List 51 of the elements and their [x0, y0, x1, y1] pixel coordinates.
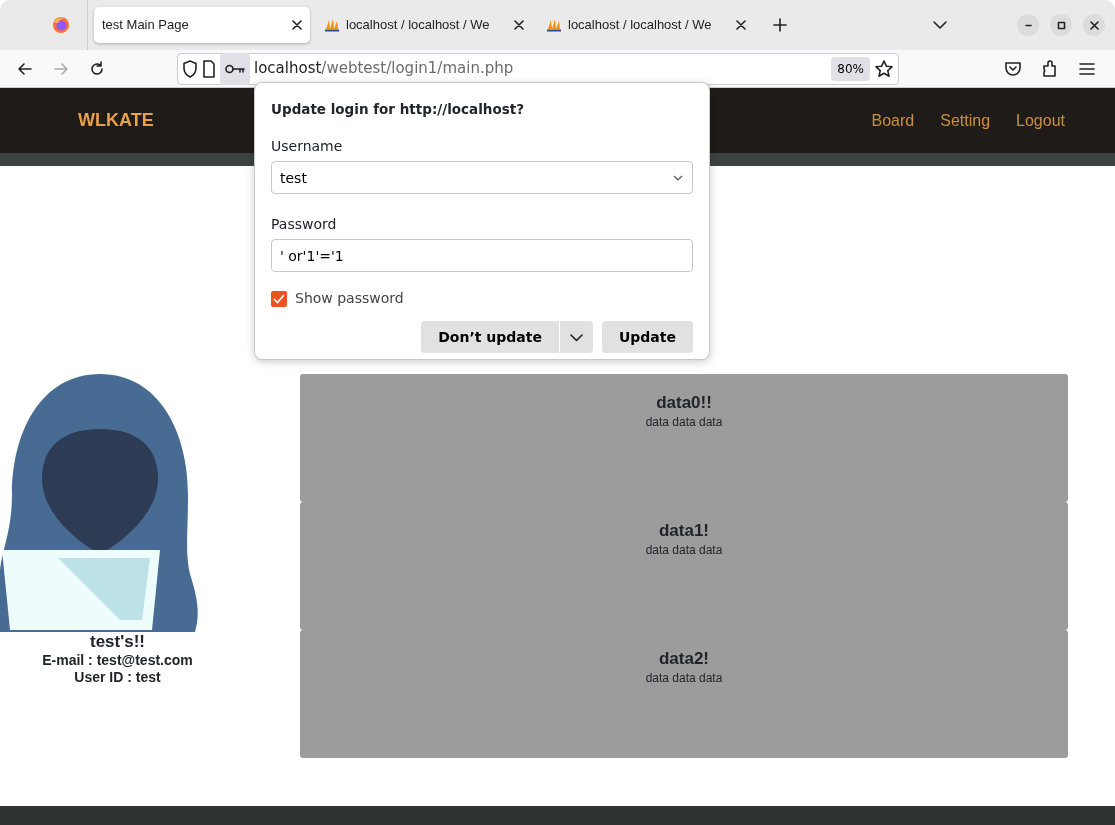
url-text: localhost/webtest/login1/main.php: [254, 58, 515, 80]
close-button[interactable]: [1083, 14, 1105, 36]
password-field[interactable]: ' or'1'='1: [271, 239, 693, 273]
card-text: data data data: [644, 669, 724, 687]
browser-tab[interactable]: test Main Page: [94, 7, 310, 43]
password-key-button[interactable]: [220, 52, 250, 85]
close-icon: [1088, 19, 1100, 31]
page-icon: [202, 59, 216, 78]
checkbox-label[interactable]: Show password: [295, 288, 404, 310]
maximize-button[interactable]: [1050, 14, 1072, 36]
sail-logo-icon: [324, 18, 340, 32]
popup-title: Update login for http://localhost?: [271, 100, 525, 119]
close-icon[interactable]: [292, 20, 302, 30]
sail-logo-icon: [546, 18, 562, 32]
username-label: Username: [271, 137, 344, 157]
pocket-icon: [1004, 59, 1022, 78]
reload-icon: [88, 59, 106, 78]
dont-update-button[interactable]: Don’t update: [421, 321, 559, 354]
star-icon[interactable]: [874, 58, 894, 79]
shield-icon: [182, 59, 198, 78]
profile-user-id: User ID : test: [73, 669, 162, 686]
key-icon: [225, 63, 245, 74]
site-logo[interactable]: WLKATE: [78, 107, 154, 134]
browser-tab[interactable]: localhost / localhost / We: [538, 7, 754, 43]
puzzle-piece-icon: [1041, 59, 1059, 78]
plus-icon: [773, 18, 787, 32]
zoom-level-button[interactable]: 80%: [831, 56, 870, 81]
card-title: data1!: [657, 522, 711, 541]
browser-logo-icon[interactable]: [52, 16, 70, 34]
checkbox[interactable]: [271, 290, 287, 307]
card-title: data0!!: [655, 394, 713, 413]
card-text: data data data: [644, 413, 724, 431]
card-text: data data data: [644, 541, 724, 559]
address-bar[interactable]: localhost/webtest/login1/main.php 80%: [177, 52, 899, 85]
nav-link[interactable]: Logout: [1016, 108, 1065, 133]
nav-link[interactable]: Board: [871, 108, 915, 133]
update-button[interactable]: Update: [601, 321, 693, 354]
username-field[interactable]: test: [271, 161, 693, 195]
chevron-down-icon: [933, 21, 947, 29]
card-title: data2!: [657, 650, 711, 669]
maximize-icon: [1055, 19, 1067, 31]
nav-link[interactable]: Setting: [940, 108, 991, 133]
chevron-down-icon[interactable]: [673, 175, 683, 182]
password-label: Password: [271, 215, 338, 235]
dropdown-button[interactable]: [559, 321, 593, 354]
chevron-down-icon: [569, 333, 583, 342]
close-icon[interactable]: [736, 20, 746, 30]
browser-tab[interactable]: localhost / localhost / We: [316, 7, 532, 43]
close-icon[interactable]: [514, 20, 524, 30]
profile-name: test's!!: [88, 632, 147, 653]
profile-email: E-mail : test@test.com: [41, 652, 194, 670]
